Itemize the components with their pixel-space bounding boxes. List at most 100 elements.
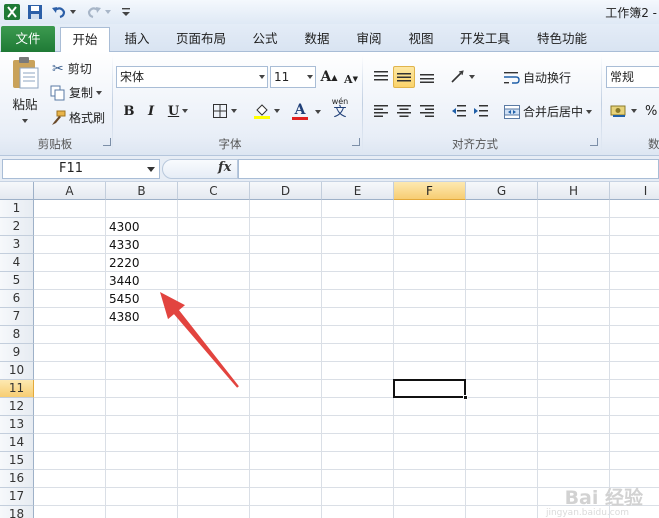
orientation-button[interactable] bbox=[446, 66, 478, 88]
tab-developer[interactable]: 开发工具 bbox=[450, 27, 520, 52]
excel-logo-icon[interactable] bbox=[3, 2, 21, 22]
align-left-icon bbox=[374, 105, 388, 117]
align-top-button[interactable] bbox=[370, 66, 392, 88]
copy-dropdown-icon[interactable] bbox=[96, 90, 103, 95]
save-icon[interactable] bbox=[27, 2, 43, 22]
grow-font-icon: A bbox=[320, 69, 332, 85]
percent-button[interactable]: % bbox=[645, 104, 657, 119]
paste-dropdown-icon[interactable] bbox=[22, 119, 28, 123]
align-bottom-button[interactable] bbox=[416, 66, 438, 88]
align-middle-button[interactable] bbox=[393, 66, 415, 88]
chevron-down-icon bbox=[147, 167, 155, 172]
paintbrush-icon bbox=[52, 110, 66, 125]
alignment-launcher-icon[interactable] bbox=[590, 138, 598, 146]
tab-special-features[interactable]: 特色功能 bbox=[528, 27, 596, 52]
accounting-format-button[interactable] bbox=[608, 100, 638, 122]
insert-function-icon[interactable]: fx bbox=[218, 160, 231, 175]
font-size-combo[interactable]: 11 bbox=[270, 66, 316, 88]
cut-button[interactable]: ✂ 剪切 bbox=[52, 60, 92, 77]
undo-icon[interactable] bbox=[51, 2, 67, 22]
alignment-group-label: 对齐方式 bbox=[452, 137, 498, 151]
fill-color-button[interactable] bbox=[250, 100, 282, 122]
red-arrow-icon bbox=[160, 292, 239, 388]
window-title: 工作簿2 - bbox=[605, 6, 657, 20]
shrink-font-button[interactable]: A ▼ bbox=[340, 68, 362, 90]
excel-window: 工作簿2 - 文件 开始 插入 页面布局 公式 数据 审阅 视图 开发工具 特色… bbox=[0, 0, 659, 518]
currency-icon bbox=[610, 105, 625, 117]
name-box[interactable]: F11 bbox=[2, 159, 160, 179]
worksheet-grid[interactable]: ABCDEFGHI 1 2 3 4 5 6 7 8 9 10 11 12 13 14 15 16 17 18 43… bbox=[0, 182, 659, 518]
italic-button[interactable]: I bbox=[140, 100, 162, 122]
tab-view[interactable]: 视图 bbox=[398, 27, 444, 52]
font-color-icon: A bbox=[294, 101, 306, 118]
paint-bucket-icon bbox=[253, 104, 270, 119]
increase-indent-button[interactable] bbox=[470, 100, 492, 122]
decrease-indent-button[interactable] bbox=[448, 100, 470, 122]
align-right-button[interactable] bbox=[416, 100, 438, 122]
tab-review[interactable]: 审阅 bbox=[346, 27, 392, 52]
borders-button[interactable] bbox=[208, 100, 240, 122]
font-color-button[interactable]: A bbox=[284, 100, 316, 122]
align-bottom-icon bbox=[420, 74, 434, 83]
paste-button[interactable]: 粘贴 bbox=[6, 56, 44, 123]
ribbon-tabs: 文件 开始 插入 页面布局 公式 数据 审阅 视图 开发工具 特色功能 bbox=[0, 24, 659, 53]
tab-file[interactable]: 文件 bbox=[1, 26, 55, 52]
merge-center-icon bbox=[504, 104, 520, 119]
tab-data[interactable]: 数据 bbox=[294, 27, 340, 52]
font-name-value: 宋体 bbox=[120, 70, 145, 84]
tab-home[interactable]: 开始 bbox=[60, 27, 110, 53]
redo-icon[interactable] bbox=[86, 2, 102, 22]
font-launcher-icon[interactable] bbox=[352, 138, 360, 146]
accounting-dropdown-icon[interactable] bbox=[630, 109, 637, 113]
copy-icon bbox=[50, 85, 65, 100]
customize-icon[interactable] bbox=[121, 2, 131, 22]
shrink-font-icon: A bbox=[344, 72, 353, 86]
wrap-text-icon bbox=[504, 71, 520, 84]
font-group-label: 字体 bbox=[218, 137, 242, 151]
chevron-down-icon bbox=[307, 75, 313, 79]
name-box-value: F11 bbox=[59, 161, 84, 176]
borders-icon bbox=[212, 104, 227, 118]
font-color-dropdown-icon[interactable] bbox=[315, 110, 321, 114]
bold-icon: B bbox=[123, 103, 135, 119]
tab-formulas[interactable]: 公式 bbox=[240, 27, 290, 52]
underline-icon: U bbox=[167, 103, 180, 119]
group-separator bbox=[362, 56, 363, 152]
wrap-text-label: 自动换行 bbox=[523, 71, 572, 85]
copy-button[interactable]: 复制 bbox=[50, 84, 103, 101]
tab-insert[interactable]: 插入 bbox=[114, 27, 160, 52]
number-format-value: 常规 bbox=[610, 70, 635, 84]
clipboard-launcher-icon[interactable] bbox=[103, 138, 111, 146]
merge-dropdown-icon[interactable] bbox=[586, 109, 593, 114]
wrap-text-button[interactable]: 自动换行 bbox=[504, 69, 571, 86]
align-left-button[interactable] bbox=[370, 100, 392, 122]
cut-label: 剪切 bbox=[67, 62, 92, 76]
font-name-combo[interactable]: 宋体 bbox=[116, 66, 268, 88]
group-separator bbox=[601, 56, 602, 152]
grow-font-button[interactable]: A ▲ bbox=[318, 66, 340, 88]
decrease-indent-icon bbox=[452, 105, 466, 117]
font-size-value: 11 bbox=[274, 70, 290, 84]
merge-center-button[interactable]: 合并后居中 bbox=[504, 103, 593, 120]
italic-icon: I bbox=[147, 103, 155, 119]
formula-input[interactable] bbox=[238, 159, 659, 179]
bold-button[interactable]: B bbox=[118, 100, 140, 122]
undo-dropdown-icon[interactable] bbox=[70, 10, 76, 14]
underline-button[interactable]: U bbox=[164, 100, 192, 122]
align-center-button[interactable] bbox=[393, 100, 415, 122]
tab-page-layout[interactable]: 页面布局 bbox=[168, 27, 234, 52]
borders-dropdown-icon[interactable] bbox=[230, 109, 237, 113]
underline-dropdown-icon[interactable] bbox=[182, 109, 189, 113]
number-format-combo[interactable]: 常规 bbox=[606, 66, 659, 88]
redo-dropdown-icon[interactable] bbox=[105, 10, 111, 14]
orientation-dropdown-icon[interactable] bbox=[468, 75, 475, 79]
align-right-icon bbox=[420, 105, 434, 117]
phonetic-char: 文 bbox=[333, 105, 347, 120]
percent-icon: % bbox=[645, 104, 658, 119]
paste-icon bbox=[13, 57, 39, 89]
fill-color-dropdown-icon[interactable] bbox=[273, 109, 280, 113]
format-painter-button[interactable]: 格式刷 bbox=[50, 109, 105, 126]
scissors-icon: ✂ bbox=[52, 60, 64, 77]
phonetic-button[interactable]: wén 文 bbox=[326, 98, 354, 120]
baidu-watermark-url: jingyan.baidu.com bbox=[545, 508, 629, 518]
